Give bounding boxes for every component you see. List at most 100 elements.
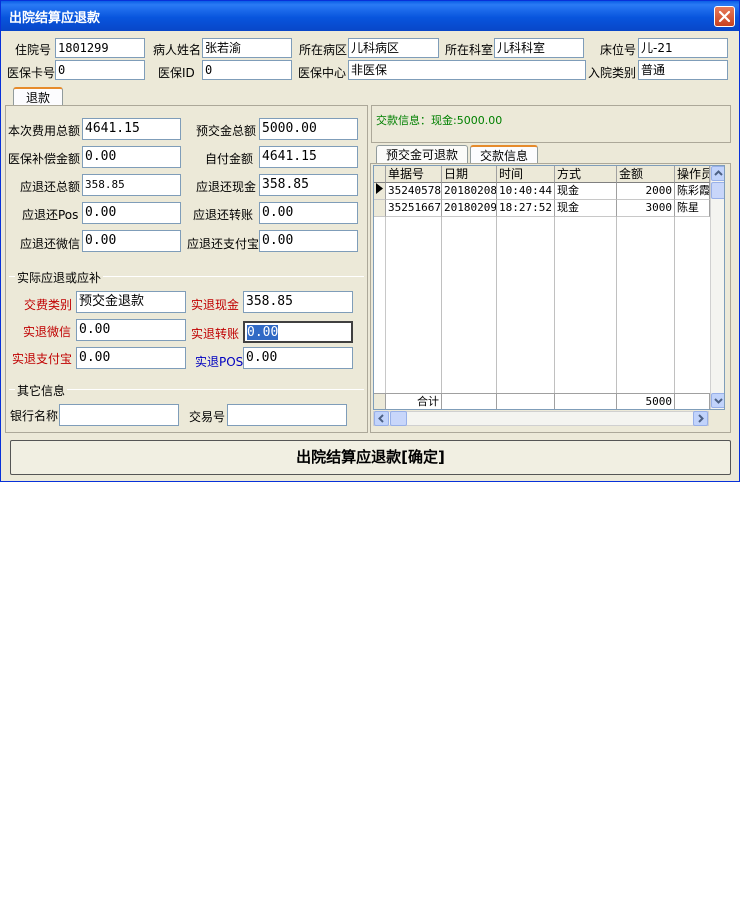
table-header-cell[interactable]: 操作员 [675, 166, 710, 183]
actual-alipay-label: 实退支付宝 [12, 352, 73, 366]
table-header-cell[interactable]: 时间 [497, 166, 555, 183]
row-indicator[interactable] [374, 200, 386, 217]
bank-label: 银行名称 [10, 409, 59, 423]
confirm-button[interactable]: 出院结算应退款[确定] [10, 440, 731, 475]
row-pointer-icon [376, 183, 383, 194]
table-row-indicator-header [374, 166, 386, 183]
bed-field[interactable]: 儿-21 [638, 38, 728, 58]
table-cell[interactable]: 10:40:44 [497, 183, 555, 200]
horizontal-scrollbar[interactable] [373, 411, 709, 426]
txn-field[interactable] [227, 404, 347, 426]
grid-line [441, 217, 442, 393]
admission-type-field[interactable]: 普通 [638, 60, 728, 80]
self-pay-label: 自付金额 [205, 152, 254, 166]
refund-alipay-label: 应退还支付宝 [187, 237, 260, 251]
tab-refund[interactable]: 退款 [13, 87, 63, 107]
chevron-left-icon [378, 414, 384, 423]
chevron-up-icon [714, 170, 723, 176]
actual-transfer-field[interactable]: 0.00 [243, 321, 353, 343]
table-cell[interactable]: 现金 [555, 200, 617, 217]
close-icon [718, 10, 731, 23]
bank-field[interactable] [59, 404, 179, 426]
table-cell[interactable]: 2000 [617, 183, 675, 200]
title-bar[interactable]: 出院结算应退款 [1, 1, 739, 31]
refund-wechat-label: 应退还微信 [20, 237, 81, 251]
table-header-cell[interactable]: 金额 [617, 166, 675, 183]
window-title: 出院结算应退款 [9, 11, 101, 26]
insurance-id-label: 医保ID [158, 66, 195, 80]
actual-group-label: 实际应退或应补 [15, 269, 104, 286]
total-fee-field[interactable]: 4641.15 [82, 118, 181, 140]
payment-table[interactable]: 单据号 日期 时间 方式 金额 操作员 35240578 20180208 10… [373, 165, 725, 410]
table-cell[interactable]: 35240578 [386, 183, 442, 200]
table-cell[interactable]: 20180208 [442, 183, 497, 200]
refund-wechat-field[interactable]: 0.00 [82, 230, 181, 252]
insurance-card-label: 医保卡号 [7, 66, 56, 80]
actual-pos-label: 实退POS [195, 355, 244, 369]
insurance-id-field[interactable]: 0 [202, 60, 292, 80]
grid-line [674, 217, 675, 393]
table-cell[interactable]: 35251667 [386, 200, 442, 217]
total-label: 合计 [386, 393, 442, 409]
patient-name-field[interactable]: 张若渝 [202, 38, 292, 58]
fee-type-field[interactable]: 预交金退款 [76, 291, 186, 313]
table-header-cell[interactable]: 单据号 [386, 166, 442, 183]
insurance-card-field[interactable]: 0 [55, 60, 145, 80]
h-scroll-thumb[interactable] [390, 411, 407, 426]
table-header-cell[interactable]: 方式 [555, 166, 617, 183]
actual-wechat-label: 实退微信 [23, 325, 72, 339]
refund-cash-label: 应退还现金 [196, 180, 257, 194]
dept-label: 所在科室 [445, 43, 494, 57]
ward-label: 所在病区 [299, 43, 348, 57]
refund-alipay-field[interactable]: 0.00 [259, 230, 358, 252]
actual-alipay-field[interactable]: 0.00 [76, 347, 186, 369]
refund-cash-field[interactable]: 358.85 [259, 174, 358, 196]
scroll-left-button[interactable] [374, 411, 389, 426]
table-cell[interactable]: 现金 [555, 183, 617, 200]
scroll-thumb[interactable] [711, 182, 724, 199]
table-cell[interactable]: 3000 [617, 200, 675, 217]
scroll-down-button[interactable] [711, 393, 724, 408]
refund-total-field[interactable]: 358.85 [82, 174, 181, 196]
dialog-window: 出院结算应退款 住院号 1801299 病人姓名 张若渝 所在病区 儿科病区 所… [0, 0, 740, 482]
tab-payment-info[interactable]: 交款信息 [470, 145, 538, 165]
close-button[interactable] [714, 6, 735, 27]
inpatient-no-field[interactable]: 1801299 [55, 38, 145, 58]
total-fee-label: 本次费用总额 [8, 124, 81, 138]
actual-transfer-label: 实退转账 [191, 327, 240, 341]
tab-prepay-refundable[interactable]: 预交金可退款 [376, 145, 468, 165]
table-cell[interactable]: 20180209 [442, 200, 497, 217]
table-header-cell[interactable]: 日期 [442, 166, 497, 183]
grid-line [385, 217, 386, 393]
other-group-label: 其它信息 [15, 382, 68, 399]
self-pay-field[interactable]: 4641.15 [259, 146, 358, 168]
actual-cash-field[interactable]: 358.85 [243, 291, 353, 313]
insurance-comp-field[interactable]: 0.00 [82, 146, 181, 168]
refund-transfer-field[interactable]: 0.00 [259, 202, 358, 224]
insurance-center-field[interactable]: 非医保 [348, 60, 586, 80]
patient-name-label: 病人姓名 [153, 43, 202, 57]
ward-field[interactable]: 儿科病区 [348, 38, 439, 58]
admission-type-label: 入院类别 [588, 66, 637, 80]
row-pointer[interactable] [374, 183, 386, 200]
total-cell-empty [497, 393, 555, 409]
actual-cash-label: 实退现金 [191, 298, 240, 312]
table-cell[interactable]: 陈星 [675, 200, 710, 217]
inpatient-no-label: 住院号 [15, 43, 52, 57]
insurance-center-label: 医保中心 [298, 66, 347, 80]
refund-total-label: 应退还总额 [20, 180, 81, 194]
prepay-total-field[interactable]: 5000.00 [259, 118, 358, 140]
actual-transfer-value: 0.00 [247, 325, 279, 340]
vertical-scrollbar[interactable] [710, 166, 724, 409]
scroll-up-button[interactable] [711, 166, 724, 181]
prepay-total-label: 预交金总额 [196, 124, 257, 138]
table-cell[interactable]: 陈彩霞 [675, 183, 710, 200]
table-cell[interactable]: 18:27:52 [497, 200, 555, 217]
dept-field[interactable]: 儿科科室 [494, 38, 584, 58]
fee-type-label: 交费类别 [24, 298, 73, 312]
actual-wechat-field[interactable]: 0.00 [76, 319, 186, 341]
scroll-right-button[interactable] [693, 411, 708, 426]
chevron-right-icon [698, 414, 704, 423]
refund-pos-field[interactable]: 0.00 [82, 202, 181, 224]
actual-pos-field[interactable]: 0.00 [243, 347, 353, 369]
